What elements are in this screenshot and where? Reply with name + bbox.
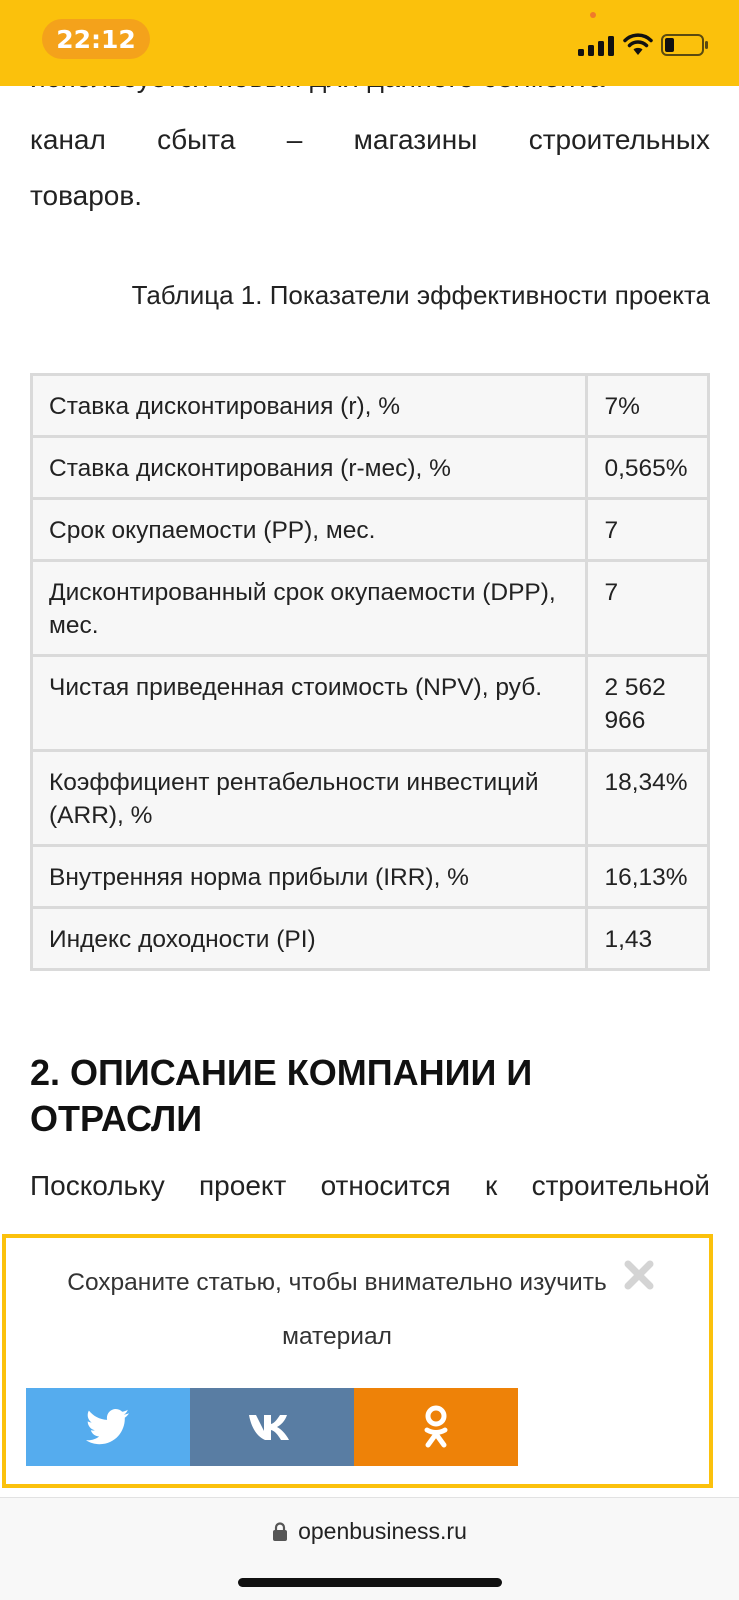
url-text: openbusiness.ru	[298, 1518, 467, 1544]
lock-icon	[273, 1521, 288, 1541]
word: сбыта	[157, 124, 236, 155]
word: строительных	[528, 124, 710, 155]
table-cell-value: 2 562 966	[585, 654, 710, 752]
word: магазины	[353, 124, 478, 155]
word: товаров.	[30, 180, 143, 211]
efficiency-table: Ставка дисконтирования (r), % 7% Ставка …	[29, 373, 710, 971]
table-row: Ставка дисконтирования (r), % 7%	[29, 373, 710, 438]
table-row: Коэффициент рентабельности инвестиций (A…	[29, 749, 710, 847]
status-time[interactable]: 22:12	[42, 19, 150, 59]
word: Поскольку	[30, 1170, 165, 1201]
save-article-popup: Сохраните статью, чтобы внимательно изуч…	[2, 1234, 713, 1488]
close-icon[interactable]	[620, 1256, 658, 1294]
table-row: Чистая приведенная стоимость (NPV), руб.…	[29, 654, 710, 752]
table-cell-label: Внутренняя норма прибыли (IRR), %	[29, 844, 589, 909]
table-row: Ставка дисконтирования (r-мес), % 0,565%	[29, 435, 710, 500]
table-caption: Таблица 1. Показатели эффективности прое…	[131, 280, 710, 310]
status-bar: 22:12	[0, 0, 739, 86]
paragraph-line: товаров.	[30, 168, 710, 224]
table-row: Внутренняя норма прибыли (IRR), % 16,13%	[29, 844, 710, 909]
privacy-indicator-dot	[590, 12, 596, 18]
efficiency-table-wrapper: Ставка дисконтирования (r), % 7% Ставка …	[29, 373, 710, 971]
share-ok-button[interactable]	[354, 1388, 518, 1466]
table-cell-label: Срок окупаемости (PP), мес.	[29, 497, 589, 562]
table-cell-value: 1,43	[585, 906, 710, 971]
wifi-icon	[623, 33, 653, 55]
table-cell-value: 0,565%	[585, 435, 710, 500]
table-row: Дисконтированный срок окупаемости (DPP),…	[29, 559, 710, 657]
popup-message: Сохраните статью, чтобы внимательно изуч…	[67, 1269, 607, 1350]
table-cell-value: 7	[585, 559, 710, 657]
word: относится	[320, 1170, 451, 1201]
table-cell-label: Чистая приведенная стоимость (NPV), руб.	[29, 654, 589, 752]
article-paragraph-2: Поскольку проект относится к строительно…	[30, 1170, 710, 1202]
share-vk-button[interactable]	[190, 1388, 354, 1466]
table-cell-label: Ставка дисконтирования (r), %	[29, 373, 589, 438]
table-row: Срок окупаемости (PP), мес. 7	[29, 497, 710, 562]
share-buttons	[26, 1388, 518, 1466]
word: –	[286, 124, 303, 155]
share-twitter-button[interactable]	[26, 1388, 190, 1466]
word: проект	[199, 1170, 287, 1201]
twitter-icon	[86, 1409, 129, 1445]
table-cell-value: 18,34%	[585, 749, 710, 847]
cellular-signal-icon	[578, 36, 614, 56]
table-cell-value: 7	[585, 497, 710, 562]
table-cell-label: Дисконтированный срок окупаемости (DPP),…	[29, 559, 589, 657]
paragraph-line: канал сбыта – магазины строительных	[30, 112, 710, 168]
table-row: Индекс доходности (PI) 1,43	[29, 906, 710, 971]
address-bar[interactable]: openbusiness.ru	[0, 1518, 739, 1545]
vk-icon	[249, 1415, 289, 1440]
word: канал	[30, 124, 106, 155]
article-paragraph: канал сбыта – магазины строительных това…	[30, 112, 710, 224]
browser-bottom-bar: openbusiness.ru	[0, 1497, 739, 1600]
home-indicator[interactable]	[238, 1578, 502, 1587]
table-cell-value: 7%	[585, 373, 710, 438]
battery-icon	[661, 34, 708, 56]
table-cell-value: 16,13%	[585, 844, 710, 909]
word: строительной	[531, 1170, 710, 1201]
word: к	[485, 1170, 498, 1201]
section-heading: 2. ОПИСАНИЕ КОМПАНИИ И ОТРАСЛИ	[30, 1052, 533, 1139]
table-cell-label: Индекс доходности (PI)	[29, 906, 589, 971]
table-cell-label: Коэффициент рентабельности инвестиций (A…	[29, 749, 589, 847]
table-cell-label: Ставка дисконтирования (r-мес), %	[29, 435, 589, 500]
odnoklassniki-icon	[424, 1405, 448, 1448]
